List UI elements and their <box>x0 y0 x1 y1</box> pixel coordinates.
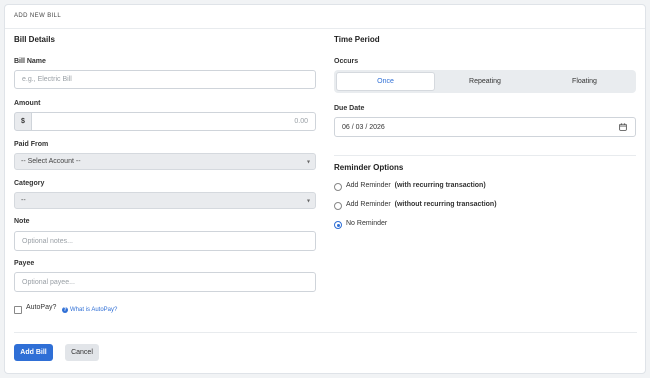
amount-placeholder: 0.00 <box>294 118 308 125</box>
divider <box>334 155 636 156</box>
reminder-radio-with-recurring[interactable] <box>334 183 342 191</box>
occurs-segmented-control: Once Repeating Floating <box>334 70 636 93</box>
paid-from-label: Paid From <box>14 141 49 148</box>
category-label: Category <box>14 180 45 187</box>
bill-details-title: Bill Details <box>14 35 55 44</box>
bill-name-placeholder: e.g., Electric Bill <box>22 76 72 83</box>
payee-label: Payee <box>14 260 35 267</box>
reminder-radio-no-reminder[interactable] <box>334 221 342 229</box>
add-bill-button[interactable]: Add Bill <box>14 344 53 361</box>
reminder-option-text: Add Reminder <box>346 201 391 208</box>
chevron-down-icon: ▾ <box>306 198 310 204</box>
payee-placeholder: Optional payee... <box>22 278 75 286</box>
note-input[interactable]: Optional notes... <box>14 231 316 251</box>
reminder-option-detail: (with recurring transaction) <box>394 182 486 189</box>
reminder-option-label: Add Reminder (without recurring transact… <box>346 201 497 208</box>
chevron-down-icon: ▾ <box>306 159 310 165</box>
reminder-option-text: Add Reminder <box>346 182 391 189</box>
amount-input[interactable]: 0.00 <box>31 112 316 131</box>
reminder-radio-without-recurring[interactable] <box>334 202 342 210</box>
due-date-label: Due Date <box>334 105 365 112</box>
bill-name-input[interactable]: e.g., Electric Bill <box>14 70 316 89</box>
occurs-label: Occurs <box>334 58 359 65</box>
add-bill-card: ADD NEW BILL Bill Details Bill Name e.g.… <box>4 4 646 374</box>
reminder-option-detail: (without recurring transaction) <box>394 201 497 208</box>
currency-addon: $ <box>14 112 32 131</box>
amount-label: Amount <box>14 100 41 107</box>
due-date-value: 06 / 03 / 2026 <box>342 123 385 131</box>
autopay-help-text: What is AutoPay? <box>70 307 118 313</box>
reminder-options-title: Reminder Options <box>334 163 404 172</box>
autopay-label: AutoPay? <box>26 304 57 311</box>
autopay-checkbox[interactable] <box>14 306 22 314</box>
occurs-option-repeating[interactable]: Repeating <box>435 72 535 91</box>
paid-from-value: -- Select Account -- <box>21 158 81 165</box>
due-date-input[interactable]: 06 / 03 / 2026 <box>334 117 636 137</box>
payee-input[interactable]: Optional payee... <box>14 272 316 292</box>
question-circle-icon: ? <box>62 307 68 313</box>
footer-divider <box>14 332 637 333</box>
note-label: Note <box>14 218 30 225</box>
calendar-icon[interactable] <box>619 123 627 131</box>
autopay-help-link[interactable]: ? What is AutoPay? <box>62 307 117 313</box>
category-select[interactable]: -- ▾ <box>14 192 316 209</box>
reminder-option-label: No Reminder <box>346 220 388 227</box>
occurs-option-once[interactable]: Once <box>336 72 435 91</box>
card-header: ADD NEW BILL <box>5 5 645 29</box>
paid-from-select[interactable]: -- Select Account -- ▾ <box>14 153 316 170</box>
time-period-title: Time Period <box>334 35 380 44</box>
page-title: ADD NEW BILL <box>14 13 62 19</box>
bill-name-label: Bill Name <box>14 58 46 65</box>
cancel-button[interactable]: Cancel <box>65 344 99 361</box>
occurs-option-floating[interactable]: Floating <box>535 72 634 91</box>
note-placeholder: Optional notes... <box>22 237 73 245</box>
reminder-option-label: Add Reminder (with recurring transaction… <box>346 182 486 189</box>
category-value: -- <box>21 197 26 204</box>
